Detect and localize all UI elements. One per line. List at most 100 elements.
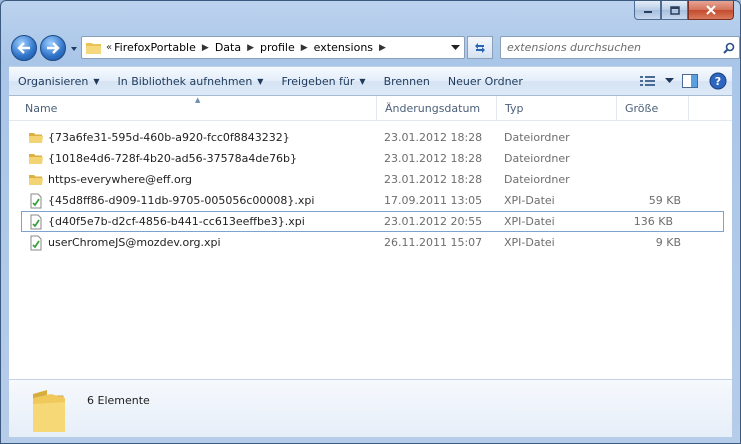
folder-icon bbox=[29, 153, 43, 164]
file-name: {73a6fe31-595d-460b-a920-fcc0f8843232} bbox=[48, 131, 290, 144]
command-bar: Organisieren ▼ In Bibliothek aufnehmen ▼ F… bbox=[9, 66, 732, 96]
xpi-file-icon bbox=[30, 193, 42, 208]
chevron-down-icon: ▼ bbox=[359, 76, 366, 86]
burn-label: Brennen bbox=[383, 74, 430, 88]
breadcrumb-data[interactable]: Data bbox=[213, 37, 243, 58]
folder-icon bbox=[29, 132, 43, 143]
preview-pane-button[interactable] bbox=[676, 67, 704, 95]
arrow-left-icon bbox=[17, 42, 30, 54]
refresh-icon bbox=[475, 42, 485, 53]
column-header-date[interactable]: Änderungsdatum bbox=[377, 96, 497, 120]
file-name-cell: {d40f5e7b-d2cf-4856-b441-cc613eeffbe3}.x… bbox=[21, 211, 377, 232]
breadcrumb-separator-icon[interactable]: ▶ bbox=[243, 43, 258, 53]
file-date: 23.01.2012 18:28 bbox=[384, 173, 483, 186]
column-headers: Name ▲ Änderungsdatum Typ Größe bbox=[9, 96, 732, 121]
file-name: https-everywhere@eff.org bbox=[48, 173, 193, 186]
preview-pane-icon bbox=[682, 74, 698, 88]
library-label: In Bibliothek aufnehmen bbox=[117, 74, 253, 88]
column-header-name[interactable]: Name ▲ bbox=[9, 96, 377, 120]
file-name-cell: https-everywhere@eff.org bbox=[9, 169, 377, 190]
view-controls: ? bbox=[634, 67, 732, 95]
column-size-label: Größe bbox=[625, 101, 659, 115]
file-type: Dateiordner bbox=[504, 173, 570, 186]
file-size: 59 KB bbox=[648, 194, 681, 207]
file-size: 9 KB bbox=[655, 236, 681, 249]
navigation-bar: « FirefoxPortable ▶ Data ▶ profile ▶ ext… bbox=[9, 32, 740, 62]
item-count: 6 Elemente bbox=[87, 394, 150, 407]
file-date: 23.01.2012 18:28 bbox=[384, 131, 483, 144]
help-icon: ? bbox=[709, 72, 727, 90]
close-button[interactable] bbox=[688, 1, 734, 20]
xpi-file-icon bbox=[30, 235, 42, 250]
file-size bbox=[617, 169, 689, 190]
address-history-dropdown[interactable] bbox=[446, 37, 464, 58]
search-box[interactable] bbox=[500, 36, 740, 59]
file-size bbox=[617, 148, 689, 169]
file-type: XPI-Datei bbox=[504, 236, 555, 249]
breadcrumb-separator-icon[interactable]: ▶ bbox=[297, 43, 312, 53]
forward-button[interactable] bbox=[40, 35, 66, 61]
search-input[interactable] bbox=[501, 41, 719, 54]
maximize-button[interactable] bbox=[661, 1, 688, 20]
column-date-label: Änderungsdatum bbox=[385, 101, 481, 115]
file-date: 17.09.2011 13:05 bbox=[384, 194, 483, 207]
file-list-view[interactable]: Name ▲ Änderungsdatum Typ Größe {73a6fe3… bbox=[9, 96, 732, 379]
file-name: {d40f5e7b-d2cf-4856-b441-cc613eeffbe3}.x… bbox=[48, 215, 305, 228]
refresh-button[interactable] bbox=[467, 36, 493, 59]
table-row[interactable]: https-everywhere@eff.org 23.01.2012 18:2… bbox=[9, 169, 732, 190]
explorer-window: « FirefoxPortable ▶ Data ▶ profile ▶ ext… bbox=[0, 0, 741, 444]
minimize-icon bbox=[643, 11, 652, 13]
file-name: {45d8ff86-d909-11db-9705-005056c00008}.x… bbox=[48, 194, 315, 207]
organize-button[interactable]: Organisieren ▼ bbox=[9, 67, 108, 95]
back-button[interactable] bbox=[11, 35, 37, 61]
table-row[interactable]: userChromeJS@mozdev.org.xpi 26.11.2011 1… bbox=[9, 232, 732, 253]
chevron-down-icon bbox=[450, 44, 460, 50]
breadcrumb-firefoxportable[interactable]: FirefoxPortable bbox=[112, 37, 198, 58]
table-row[interactable]: {45d8ff86-d909-11db-9705-005056c00008}.x… bbox=[9, 190, 732, 211]
address-bar[interactable]: « FirefoxPortable ▶ Data ▶ profile ▶ ext… bbox=[81, 36, 465, 59]
file-name-cell: {45d8ff86-d909-11db-9705-005056c00008}.x… bbox=[9, 190, 377, 211]
file-name-cell: {73a6fe31-595d-460b-a920-fcc0f8843232} bbox=[9, 127, 377, 148]
file-date: 23.01.2012 18:28 bbox=[384, 152, 483, 165]
search-icon[interactable] bbox=[719, 42, 739, 54]
file-type: XPI-Datei bbox=[504, 194, 555, 207]
column-type-label: Typ bbox=[505, 101, 524, 115]
new-folder-label: Neuer Ordner bbox=[447, 74, 523, 88]
breadcrumb-separator-icon[interactable]: ▶ bbox=[375, 43, 390, 53]
close-icon bbox=[706, 5, 716, 15]
folder-icon bbox=[29, 174, 43, 185]
view-options-button[interactable] bbox=[634, 67, 662, 95]
file-size: 136 KB bbox=[633, 215, 673, 228]
minimize-button[interactable] bbox=[634, 1, 661, 20]
sort-ascending-icon: ▲ bbox=[195, 96, 201, 104]
organize-label: Organisieren bbox=[18, 74, 89, 88]
help-button[interactable]: ? bbox=[704, 67, 732, 95]
breadcrumb-separator-icon[interactable]: ▶ bbox=[198, 43, 213, 53]
breadcrumb-extensions[interactable]: extensions bbox=[312, 37, 375, 58]
maximize-icon bbox=[669, 5, 680, 15]
file-name-cell: {1018e4d6-728f-4b20-ad56-37578a4de76b} bbox=[9, 148, 377, 169]
recent-pages-dropdown[interactable] bbox=[69, 44, 79, 54]
table-row[interactable]: {73a6fe31-595d-460b-a920-fcc0f8843232} 2… bbox=[9, 127, 732, 148]
folder-icon bbox=[33, 390, 65, 432]
file-size bbox=[617, 127, 689, 148]
column-header-size[interactable]: Größe bbox=[617, 96, 689, 120]
chevron-down-icon: ▼ bbox=[93, 76, 100, 86]
burn-button[interactable]: Brennen bbox=[375, 67, 439, 95]
share-label: Freigeben für bbox=[281, 74, 355, 88]
svg-text:?: ? bbox=[715, 75, 721, 88]
column-name-label: Name bbox=[25, 101, 58, 115]
table-row[interactable]: {1018e4d6-728f-4b20-ad56-37578a4de76b} 2… bbox=[9, 148, 732, 169]
new-folder-button[interactable]: Neuer Ordner bbox=[439, 67, 532, 95]
table-row-focused[interactable]: {d40f5e7b-d2cf-4856-b441-cc613eeffbe3}.x… bbox=[21, 211, 724, 232]
view-dropdown[interactable] bbox=[662, 67, 676, 95]
share-with-button[interactable]: Freigeben für ▼ bbox=[272, 67, 374, 95]
file-date: 26.11.2011 15:07 bbox=[384, 236, 483, 249]
breadcrumb-profile[interactable]: profile bbox=[258, 37, 297, 58]
include-in-library-button[interactable]: In Bibliothek aufnehmen ▼ bbox=[108, 67, 272, 95]
chevron-down-icon bbox=[664, 78, 674, 83]
chevron-down-icon: ▼ bbox=[257, 76, 264, 86]
chevron-down-icon bbox=[71, 47, 77, 51]
column-header-type[interactable]: Typ bbox=[497, 96, 617, 120]
caption-buttons bbox=[634, 1, 734, 21]
